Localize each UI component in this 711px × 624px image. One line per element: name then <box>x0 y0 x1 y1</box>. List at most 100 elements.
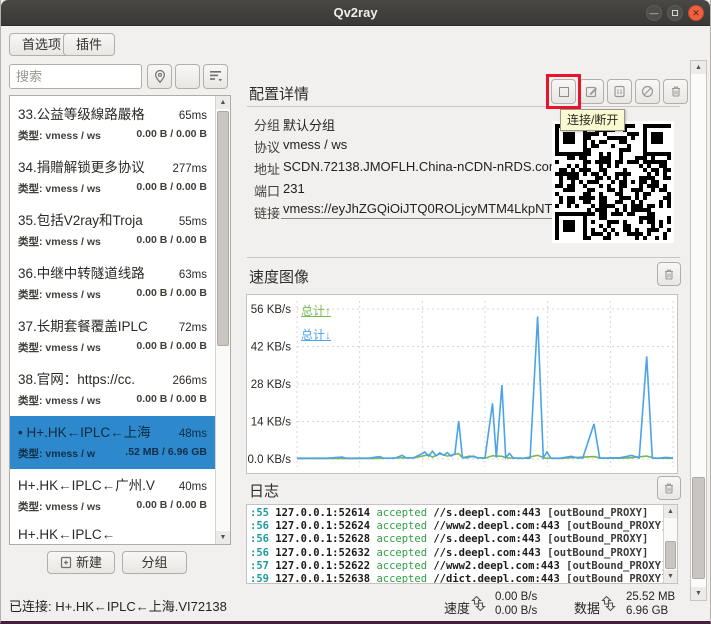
server-name: 33.公益等级線路嚴格 <box>18 103 145 123</box>
up-down-arrows-icon <box>599 594 618 613</box>
server-traffic: 0.00 B / 0.00 B <box>136 234 207 249</box>
list-item[interactable]: 36.中继中转隧道线路63ms类型: vmess / ws0.00 B / 0.… <box>10 257 215 310</box>
edit-pencil-icon <box>585 85 598 98</box>
protocol-field-value: vmess / ws <box>283 137 347 152</box>
server-traffic: 0.00 B / 0.00 B <box>136 128 207 143</box>
connect-disconnect-button[interactable] <box>551 79 576 104</box>
log-lines: :55 127.0.0.1:52614 accepted //s.deepl.c… <box>250 507 662 584</box>
new-config-button[interactable]: 新建 <box>47 551 115 574</box>
list-item[interactable]: 33.公益等级線路嚴格 65ms 类型: vmess / ws 0.00 B / 0.… <box>10 98 215 151</box>
link-field-label: 链接 <box>254 203 280 222</box>
scroll-down-icon[interactable]: ▼ <box>691 587 706 600</box>
speed-graph-title: 速度图像 <box>249 266 309 287</box>
y-axis-tick: 14 KB/s <box>251 417 292 429</box>
maximize-icon <box>672 10 678 16</box>
scroll-up-icon[interactable]: ▲ <box>691 61 706 74</box>
trash-icon <box>663 268 675 281</box>
address-field-value: SCDN.72138.JMOFLH.China-nCDN-nRDS.com <box>283 159 560 174</box>
log-view[interactable]: :55 127.0.0.1:52614 accepted //s.deepl.c… <box>246 504 678 584</box>
list-item[interactable]: • H+.HK←IPLC←上海48ms类型: vmess / w.52 MB /… <box>10 416 215 469</box>
legend-total-down[interactable]: 总计↓ <box>301 326 331 343</box>
log-line: :59 127.0.0.1:52638 accepted //dict.deep… <box>250 573 662 584</box>
new-config-icon <box>60 556 72 569</box>
list-item[interactable]: 37.长期套餐覆盖IPLC72ms类型: vmess / ws0.00 B / … <box>10 310 215 363</box>
sort-icon <box>209 70 223 83</box>
log-scrollbar[interactable]: ▲ ▼ <box>663 505 677 583</box>
share-link-input[interactable] <box>281 199 561 219</box>
list-item[interactable]: 34.捐贈解锁更多协议277ms类型: vmess / ws0.00 B / 0… <box>10 151 215 204</box>
server-latency: 55ms <box>179 216 207 228</box>
stop-square-icon <box>559 87 569 97</box>
server-name: H+.HK←IPLC← <box>18 527 115 542</box>
sort-button[interactable] <box>203 64 228 89</box>
minimize-button[interactable]: — <box>646 5 662 21</box>
edit-json-button[interactable] <box>607 79 632 104</box>
scrollbar-thumb[interactable] <box>665 541 676 569</box>
trash-icon <box>670 85 682 98</box>
titlebar: Qv2ray — ✕ <box>1 0 710 26</box>
connect-tooltip: 连接/断开 <box>560 109 625 131</box>
server-latency: 63ms <box>179 269 207 281</box>
y-axis-tick: 0.0 KB/s <box>248 454 292 466</box>
log-line: :55 127.0.0.1:52614 accepted //s.deepl.c… <box>250 507 662 520</box>
edit-config-button[interactable] <box>579 79 604 104</box>
delete-config-button[interactable] <box>663 79 688 104</box>
speed-label: 速度 <box>444 598 470 617</box>
port-field-value: 231 <box>283 181 305 196</box>
log-line: :57 127.0.0.1:52622 accepted //www2.deep… <box>250 560 662 573</box>
blank-button[interactable] <box>175 64 200 89</box>
server-type: 类型: vmess / ws <box>18 128 101 143</box>
group-button[interactable]: 分组 <box>122 551 187 574</box>
locate-current-button[interactable] <box>147 64 172 89</box>
search-input[interactable] <box>9 64 142 89</box>
server-traffic: 0.00 B / 0.00 B <box>136 499 207 514</box>
clear-graph-button[interactable] <box>657 262 681 286</box>
server-type: 类型: vmess / ws <box>18 393 101 408</box>
speed-up-value: 0.00 B/s <box>495 590 537 604</box>
speed-values: 0.00 B/s 0.00 B/s <box>495 590 537 618</box>
server-name: 36.中继中转隧道线路 <box>18 262 145 282</box>
server-latency: 65ms <box>179 110 207 122</box>
list-item[interactable]: 38.官网：https://cc.266ms类型: vmess / ws0.00… <box>10 363 215 416</box>
server-list-scrollbar[interactable]: ▲ ▼ <box>215 96 230 544</box>
location-pin-icon <box>153 69 167 84</box>
y-axis-tick: 42 KB/s <box>251 342 292 354</box>
server-name: 35.包括V2ray和Troja <box>18 209 143 229</box>
scroll-up-icon[interactable]: ▲ <box>216 96 230 109</box>
server-name: 37.长期套餐覆盖IPLC <box>18 315 148 335</box>
server-type: 类型: vmess / ws <box>18 499 101 514</box>
header-separator <box>247 106 680 107</box>
scrollbar-thumb[interactable] <box>217 111 229 346</box>
legend-total-up[interactable]: 总计↑ <box>301 302 331 319</box>
server-traffic: 0.00 B / 0.00 B <box>136 287 207 302</box>
server-name: • H+.HK←IPLC←上海 <box>18 421 151 441</box>
close-button[interactable]: ✕ <box>688 5 704 21</box>
scroll-down-icon[interactable]: ▼ <box>216 531 230 544</box>
panel-scrollbar[interactable]: ▲ ▼ <box>690 60 707 601</box>
log-line: :56 127.0.0.1:52624 accepted //www2.deep… <box>250 520 662 533</box>
new-config-label: 新建 <box>76 552 102 573</box>
server-type: 类型: vmess / ws <box>18 181 101 196</box>
list-item[interactable]: 35.包括V2ray和Troja55ms类型: vmess / ws0.00 B… <box>10 204 215 257</box>
qr-code <box>552 121 674 243</box>
latency-test-button[interactable] <box>635 79 660 104</box>
maximize-button[interactable] <box>667 5 683 21</box>
scroll-up-icon[interactable]: ▲ <box>664 505 677 518</box>
list-item[interactable]: H+.HK←IPLC←广州.V40ms类型: vmess / ws0.00 B … <box>10 469 215 522</box>
scrollbar-thumb[interactable] <box>692 477 705 579</box>
plugins-button[interactable]: 插件 <box>63 33 115 56</box>
server-traffic: .52 MB / 6.96 GB <box>125 446 207 461</box>
server-list-items: 33.公益等级線路嚴格 65ms 类型: vmess / ws 0.00 B / 0.… <box>10 98 215 545</box>
server-latency: 277ms <box>172 163 207 175</box>
list-item[interactable]: H+.HK←IPLC← <box>10 522 215 545</box>
window-title: Qv2ray <box>333 5 377 20</box>
clear-log-button[interactable] <box>657 476 681 500</box>
section-separator <box>247 257 680 258</box>
data-down-value: 6.96 GB <box>626 604 675 618</box>
y-axis-tick: 56 KB/s <box>251 304 292 316</box>
scroll-down-icon[interactable]: ▼ <box>664 570 677 583</box>
server-traffic: 0.00 B / 0.00 B <box>136 340 207 355</box>
server-list: 33.公益等级線路嚴格 65ms 类型: vmess / ws 0.00 B / 0.… <box>9 95 231 545</box>
y-axis-tick: 28 KB/s <box>251 379 292 391</box>
server-traffic: 0.00 B / 0.00 B <box>136 181 207 196</box>
